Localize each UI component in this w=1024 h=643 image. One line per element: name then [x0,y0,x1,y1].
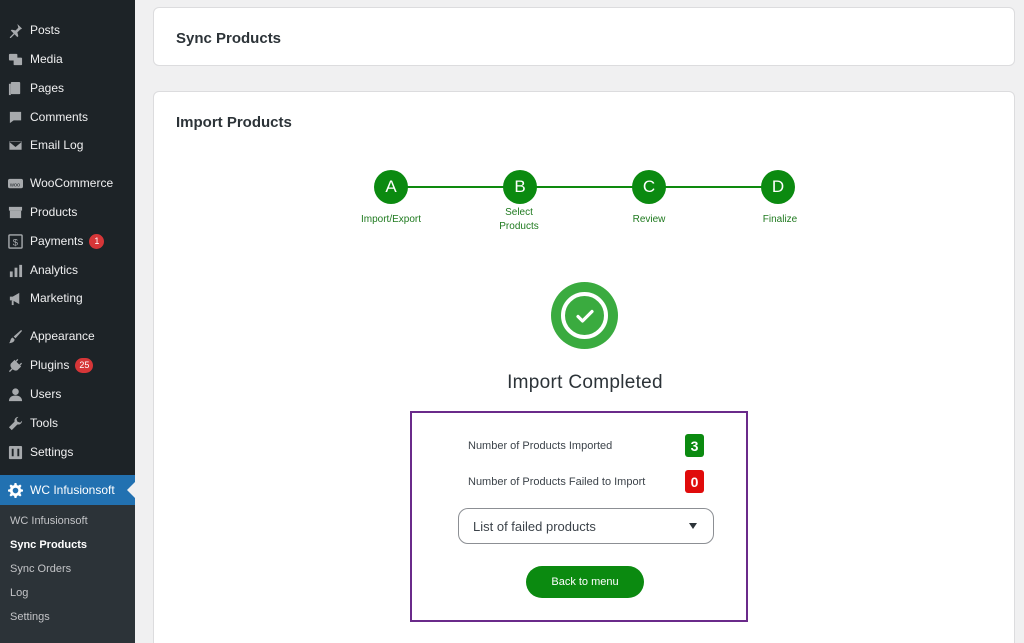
step-b: B [503,170,537,204]
admin-sidebar: Posts Media Pages Comments Email Log woo… [0,0,135,643]
imported-count-badge: 3 [685,434,704,457]
sidebar-item-label: Plugins [30,358,70,372]
import-status-title: Import Completed [507,372,663,393]
sidebar-item-woocommerce[interactable]: woo WooCommerce [0,169,135,197]
success-check-icon [551,282,618,349]
sidebar-item-label: Products [30,205,78,219]
failed-products-dropdown-value: List of failed products [473,518,596,534]
sidebar-item-media[interactable]: Media [0,45,135,73]
submenu-item-sync-products[interactable]: Sync Products [10,539,87,551]
sidebar-item-label: WC Infusionsoft [30,483,115,497]
sidebar-item-users[interactable]: Users [0,380,135,408]
sidebar-item-comments[interactable]: Comments [0,103,135,131]
svg-text:$: $ [12,237,18,247]
wrench-icon [7,415,23,431]
sidebar-item-label: Tools [30,416,59,430]
sidebar-item-products[interactable]: Products [0,198,135,226]
sidebar-item-tools[interactable]: Tools [0,409,135,437]
failed-count-badge: 0 [685,470,704,493]
stepper-line [391,186,779,188]
sidebar-item-label: Media [30,52,63,66]
svg-text:woo: woo [8,182,19,188]
archive-icon [7,204,23,220]
sidebar-item-label: Users [30,387,62,401]
comment-icon [7,109,23,125]
sidebar-item-marketing[interactable]: Marketing [0,284,135,312]
import-result-panel: Number of Products Imported 3 Number of … [410,411,748,622]
sidebar-item-label: Payments [30,234,84,248]
settings-icon [7,444,23,460]
media-icon [7,51,23,67]
sidebar-item-label: Appearance [30,329,95,343]
sidebar-item-appearance[interactable]: Appearance [0,322,135,350]
notification-badge: 1 [89,233,105,249]
submenu-item-sync-orders[interactable]: Sync Orders [10,563,71,575]
submenu-item-wc-infusionsoft[interactable]: WC Infusionsoft [10,515,88,527]
brush-icon [7,328,23,344]
sidebar-item-label: Posts [30,23,61,37]
chevron-down-icon [689,523,697,529]
step-c: C [632,170,666,204]
sidebar-item-label: Analytics [30,263,79,277]
sync-products-card: Sync Products [153,7,1015,66]
sidebar-item-label: Settings [30,445,74,459]
chart-icon [7,262,23,278]
sidebar-item-posts[interactable]: Posts [0,16,135,44]
step-a: A [374,170,408,204]
woo-icon: woo [7,175,23,191]
notification-badge: 25 [75,357,94,373]
pages-icon [7,80,23,96]
gear-icon [7,482,23,498]
imported-count-label: Number of Products Imported [468,440,613,452]
sidebar-item-label: Email Log [30,138,84,152]
step-d-label: Finalize [762,214,798,225]
dollar-icon: $ [7,233,23,249]
sidebar-item-wc-infusionsoft[interactable]: WC Infusionsoft [0,475,135,505]
sidebar-item-analytics[interactable]: Analytics [0,256,135,284]
submenu-item-log[interactable]: Log [10,587,28,599]
active-indicator [127,482,135,498]
sidebar-item-settings[interactable]: Settings [0,438,135,466]
sidebar-item-label: WooCommerce [30,176,114,190]
megaphone-icon [7,290,23,306]
email-icon [7,137,23,153]
import-card-title: Import Products [176,114,292,131]
user-icon [7,386,23,402]
back-to-menu-button[interactable]: Back to menu [526,566,644,598]
step-c-label: Review [632,214,666,225]
failed-count-label: Number of Products Failed to Import [468,476,646,488]
failed-products-dropdown[interactable]: List of failed products [458,508,714,544]
sidebar-item-label: Pages [30,81,65,95]
sidebar-item-payments[interactable]: $ Payments 1 [0,227,135,255]
step-a-label: Import/Export [360,214,422,225]
sync-card-title: Sync Products [176,30,282,47]
sidebar-item-pages[interactable]: Pages [0,74,135,102]
pushpin-icon [7,22,23,38]
sidebar-item-plugins[interactable]: Plugins 25 [0,351,135,379]
submenu-item-settings[interactable]: Settings [10,611,50,623]
plug-icon [7,357,23,373]
submenu: WC Infusionsoft Sync Products Sync Order… [0,505,135,643]
step-d: D [761,170,795,204]
sidebar-item-label: Comments [30,110,89,124]
sidebar-item-email-log[interactable]: Email Log [0,131,135,159]
sidebar-item-label: Marketing [30,291,83,305]
step-b-label: Select Products [499,207,539,232]
